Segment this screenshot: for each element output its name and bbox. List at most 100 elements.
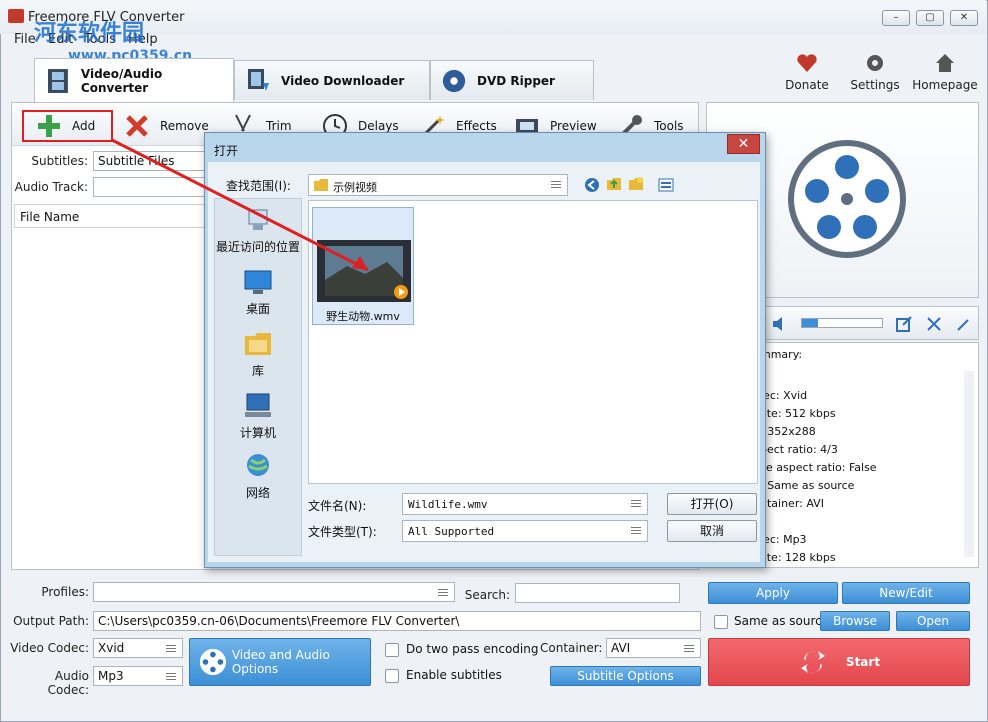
filetype-select[interactable]: All Supported <box>402 520 648 542</box>
apply-button[interactable]: Apply <box>708 582 838 604</box>
place-recent[interactable]: 最近访问的位置 <box>214 206 302 255</box>
add-label: Add <box>72 119 96 133</box>
heart-icon <box>797 54 817 72</box>
film-icon <box>47 68 68 93</box>
video-audio-options-button[interactable]: Video and Audio Options <box>189 638 371 686</box>
subtitles-select[interactable]: Subtitle Files <box>93 151 205 171</box>
dialog-close-button[interactable]: ✕ <box>727 134 760 154</box>
video-codec-label: Video Codec: <box>10 641 89 655</box>
container-label: Container: <box>540 641 603 655</box>
up-folder-icon[interactable] <box>606 176 622 192</box>
new-edit-button[interactable]: New/Edit <box>842 582 970 604</box>
delays-label: Delays <box>358 119 399 133</box>
convert-arrows-icon <box>800 651 825 673</box>
same-as-source-checkbox[interactable] <box>714 615 728 629</box>
remove-x-icon <box>126 115 148 137</box>
filename-label: 文件名(N): <box>308 499 367 513</box>
summary-line: pect ratio: 4/3 <box>760 443 838 456</box>
volume-slider-fill <box>802 319 818 327</box>
look-in-label: 查找范围(I): <box>226 179 291 193</box>
place-computer[interactable]: 计算机 <box>214 392 302 441</box>
container-value: AVI <box>611 641 631 655</box>
look-in-value: 示例视频 <box>333 181 377 194</box>
summary-line: lec: Xvid <box>760 389 808 402</box>
audio-codec-select[interactable]: Mp3 <box>93 666 183 686</box>
summary-line: ate: 128 kbps <box>760 551 836 564</box>
subtitle-options-button[interactable]: Subtitle Options <box>550 666 701 686</box>
summary-line: ce aspect ratio: False <box>760 461 877 474</box>
summary-scrollbar[interactable] <box>964 371 974 557</box>
cut-icon[interactable] <box>925 315 943 333</box>
audio-codec-value: Mp3 <box>98 669 124 683</box>
remove-button[interactable]: Remove <box>124 110 209 142</box>
homepage-button[interactable]: Homepage <box>910 52 980 96</box>
wand-icon[interactable] <box>955 315 973 333</box>
donate-button[interactable]: Donate <box>772 52 842 96</box>
export-icon[interactable] <box>895 315 913 333</box>
video-codec-select[interactable]: Xvid <box>93 638 183 658</box>
donate-label: Donate <box>785 78 829 92</box>
app-icon <box>8 9 24 23</box>
search-input[interactable] <box>515 583 680 603</box>
filetype-value: All Supported <box>408 525 495 538</box>
output-path-label: Output Path: <box>13 614 89 628</box>
new-folder-icon[interactable] <box>628 176 644 192</box>
enable-subtitles-checkbox[interactable] <box>385 669 399 683</box>
profiles-select[interactable] <box>93 582 455 602</box>
back-icon[interactable] <box>584 177 600 193</box>
view-menu-icon[interactable] <box>658 177 674 193</box>
place-label: 最近访问的位置 <box>215 240 300 254</box>
remove-label: Remove <box>160 119 209 133</box>
reel-icon <box>199 648 226 676</box>
dialog-title: 打开 <box>214 144 239 158</box>
open-folder-button[interactable]: Open <box>896 611 970 631</box>
start-button[interactable]: Start <box>708 638 970 686</box>
volume-slider[interactable] <box>801 318 883 328</box>
two-pass-checkbox[interactable] <box>385 643 399 657</box>
audio-track-select[interactable] <box>93 177 205 197</box>
gear-icon <box>867 55 883 71</box>
film-reel-icon <box>788 140 906 258</box>
add-button[interactable]: Add <box>22 110 113 142</box>
place-desktop[interactable]: 桌面 <box>214 268 302 317</box>
maximize-button[interactable]: ▢ <box>916 10 944 26</box>
look-in-select[interactable]: 示例视频 <box>308 174 568 196</box>
file-item[interactable]: 野生动物.wmv <box>312 207 414 325</box>
volume-icon[interactable] <box>771 315 789 333</box>
close-button[interactable]: ✕ <box>950 10 978 26</box>
two-pass-label: Do two pass encoding <box>406 642 539 656</box>
homepage-label: Homepage <box>912 78 978 92</box>
browse-button[interactable]: Browse <box>820 611 890 631</box>
tab-dvd-ripper[interactable]: DVD Ripper <box>430 60 594 100</box>
output-path-input[interactable]: C:\Users\pc0359.cn-06\Documents\Freemore… <box>93 611 701 631</box>
download-film-icon <box>248 68 269 91</box>
tools-label: Tools <box>654 119 684 133</box>
folder-icon <box>314 179 328 191</box>
summary-line: ate: 512 kbps <box>760 407 836 420</box>
container-select[interactable]: AVI <box>606 638 701 658</box>
library-icon <box>245 333 271 355</box>
minimize-button[interactable]: – <box>882 10 910 26</box>
tab-video-downloader[interactable]: Video Downloader <box>234 60 430 100</box>
dialog-open-button[interactable]: 打开(O) <box>667 493 757 515</box>
effects-label: Effects <box>456 119 497 133</box>
summary-line: ntainer: AVI <box>760 497 824 510</box>
plus-icon <box>38 115 60 137</box>
place-label: 网络 <box>245 486 270 500</box>
subtitles-label: Subtitles: <box>31 154 88 168</box>
recent-places-icon <box>248 209 268 230</box>
tab-video-audio-converter[interactable]: Video/Audio Converter <box>34 58 234 102</box>
place-libraries[interactable]: 库 <box>214 330 302 379</box>
desktop-icon <box>244 270 272 294</box>
menu-file[interactable]: File <box>14 32 36 47</box>
place-network[interactable]: 网络 <box>214 452 302 501</box>
profiles-label: Profiles: <box>41 585 89 599</box>
filename-input[interactable]: Wildlife.wmv <box>402 493 648 515</box>
network-globe-icon <box>247 454 269 476</box>
settings-button[interactable]: Settings <box>840 52 910 96</box>
dvd-icon <box>442 69 466 92</box>
tab-label: Video/Audio Converter <box>80 66 163 95</box>
preview-label: Preview <box>550 119 597 133</box>
dialog-cancel-button[interactable]: 取消 <box>667 520 757 542</box>
same-as-source-label: Same as source <box>734 614 830 628</box>
